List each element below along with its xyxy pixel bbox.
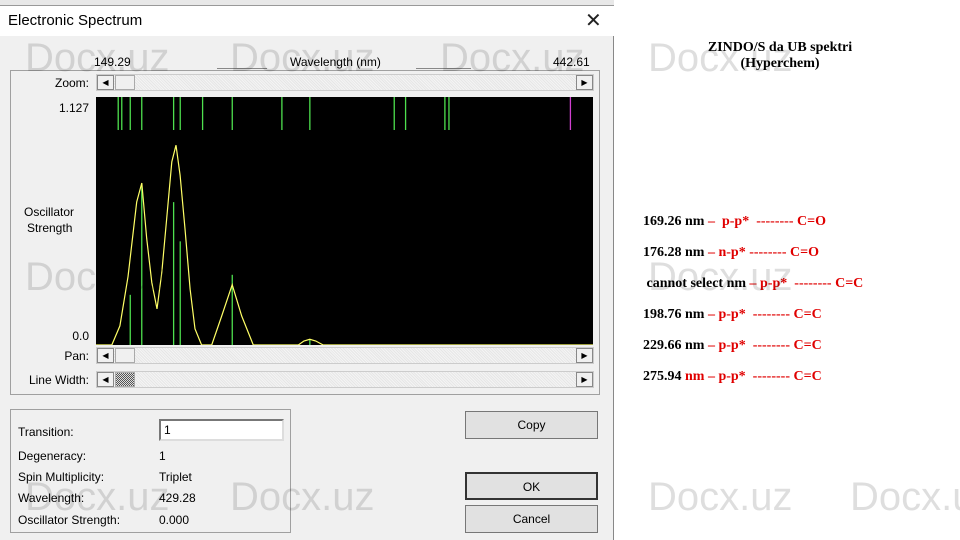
pan-scrollbar[interactable]: ◀ ▶ bbox=[96, 347, 594, 364]
watermark: Docx.uz bbox=[25, 36, 170, 80]
y-max-label: 1.127 bbox=[58, 101, 89, 115]
scroll-right-icon[interactable]: ▶ bbox=[576, 348, 593, 363]
watermark: Docx.uz bbox=[25, 255, 170, 299]
degeneracy-value: 1 bbox=[159, 449, 166, 463]
watermark: Docx.uz bbox=[230, 475, 375, 519]
line-width-label: Line Width: bbox=[28, 373, 89, 387]
watermark: Docx.uz bbox=[850, 475, 960, 519]
pan-label: Pan: bbox=[64, 349, 89, 363]
watermark: Docx.uz bbox=[440, 36, 585, 80]
watermark: Docx.uz bbox=[648, 475, 793, 519]
note-assignment: – p-p* -------- C=O bbox=[707, 214, 826, 229]
scroll-right-icon[interactable]: ▶ bbox=[576, 372, 593, 387]
watermark: Docx.uz bbox=[230, 36, 375, 80]
ok-button[interactable]: OK bbox=[465, 472, 598, 500]
note-assignment: – p-p* -------- C=C bbox=[707, 307, 822, 322]
y-title-2: Strength bbox=[27, 221, 73, 235]
watermark: Docx.uz bbox=[648, 255, 793, 299]
line-width-thumb[interactable] bbox=[115, 372, 135, 387]
note-assignment: nm – p-p* -------- C=C bbox=[685, 369, 822, 384]
watermark: Docx.uz bbox=[440, 255, 585, 299]
transition-label: Transition: bbox=[18, 425, 74, 439]
note-line: 169.26 nm – p-p* -------- C=O bbox=[643, 214, 826, 230]
note-wavelength: 275.94 bbox=[643, 369, 685, 384]
y-min-label: 0.0 bbox=[72, 329, 89, 343]
spectrum-plot[interactable] bbox=[96, 97, 593, 345]
copy-button[interactable]: Copy bbox=[465, 411, 598, 439]
watermark: Docx.uz bbox=[25, 475, 170, 519]
line-width-scrollbar[interactable]: ◀ ▶ bbox=[96, 371, 594, 388]
note-line: 275.94 nm – p-p* -------- C=C bbox=[643, 369, 822, 385]
y-title-1: Oscillator bbox=[24, 205, 75, 219]
cancel-button[interactable]: Cancel bbox=[465, 505, 598, 533]
note-line: 229.66 nm – p-p* -------- C=C bbox=[643, 338, 822, 354]
watermark: Docx.uz bbox=[648, 36, 793, 80]
note-line: 198.76 nm – p-p* -------- C=C bbox=[643, 307, 822, 323]
note-wavelength: 169.26 nm bbox=[643, 214, 708, 229]
title-bar: Electronic Spectrum ✕ bbox=[0, 6, 614, 36]
note-wavelength: 229.66 nm bbox=[643, 338, 708, 353]
close-icon[interactable]: ✕ bbox=[585, 8, 602, 33]
scroll-left-icon[interactable]: ◀ bbox=[97, 348, 114, 363]
degeneracy-label: Degeneracy: bbox=[18, 449, 87, 463]
transition-input[interactable]: 1 bbox=[159, 419, 284, 441]
scroll-left-icon[interactable]: ◀ bbox=[97, 372, 114, 387]
window-title: Electronic Spectrum bbox=[8, 12, 143, 29]
note-assignment: – p-p* -------- C=C bbox=[707, 338, 822, 353]
spectrum-curve bbox=[96, 145, 593, 345]
note-wavelength: 198.76 nm bbox=[643, 307, 708, 322]
pan-thumb[interactable] bbox=[115, 348, 135, 363]
